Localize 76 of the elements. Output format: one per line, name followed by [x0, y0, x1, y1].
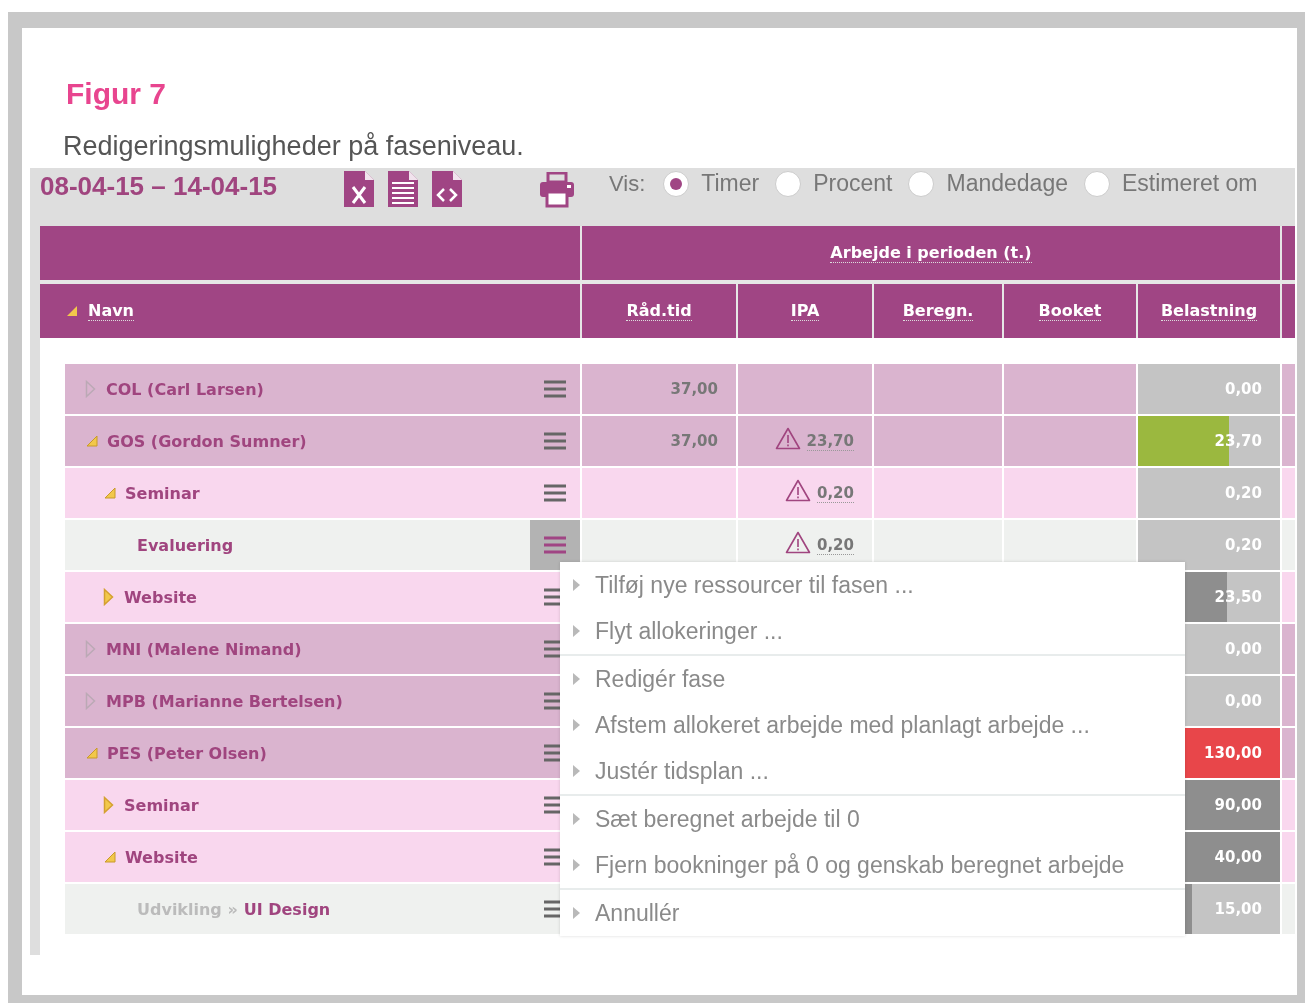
triangle-icon	[572, 764, 581, 778]
row-name: PES (Peter Olsen)	[107, 743, 267, 763]
column-header[interactable]: Belastning	[1138, 284, 1280, 338]
column-header[interactable]: Booket	[1004, 284, 1136, 338]
view-radio[interactable]: Estimeret om	[1083, 170, 1258, 197]
table-cell	[1282, 780, 1295, 830]
load-value: 90,00	[1214, 796, 1262, 814]
view-radio[interactable]: Procent	[775, 170, 893, 197]
triangle-icon	[572, 624, 581, 638]
triangle-icon	[572, 578, 581, 592]
triangle-icon	[572, 906, 581, 920]
load-value: 0,20	[1225, 484, 1262, 502]
table-cell	[1282, 728, 1295, 778]
table-cell: 23,70	[738, 416, 872, 466]
menu-item[interactable]: Afstem allokeret arbejde med planlagt arbejde ...	[560, 702, 1185, 748]
figure-label: Figur 7	[66, 76, 167, 112]
menu-item[interactable]: Justér tidsplan ...	[560, 748, 1185, 794]
column-header[interactable]: Råd.tid	[582, 284, 736, 338]
row-name: MPB (Marianne Bertelsen)	[106, 691, 343, 711]
row-name: Evaluering	[137, 535, 234, 555]
triangle-icon	[572, 812, 581, 826]
figure-caption: Redigeringsmuligheder på faseniveau.	[63, 130, 525, 162]
row-name: Seminar	[125, 483, 200, 503]
load-value: 40,00	[1214, 848, 1262, 866]
row-name: GOS (Gordon Sumner)	[107, 431, 307, 451]
menu-item[interactable]: Redigér fase	[560, 656, 1185, 702]
load-value: 130,00	[1204, 744, 1262, 762]
document-icon[interactable]	[387, 170, 419, 208]
triangle-icon	[572, 672, 581, 686]
table-cell: 37,00	[582, 416, 736, 466]
menu-button[interactable]	[530, 520, 580, 570]
row-name: Website	[125, 847, 198, 867]
menu-icon	[544, 432, 566, 450]
column-header[interactable]: Navn	[40, 284, 580, 338]
print-icon[interactable]	[539, 172, 575, 208]
row-name: Website	[124, 587, 197, 607]
view-radio[interactable]: Mandedage	[908, 170, 1068, 197]
table-cell	[1282, 624, 1295, 674]
load-value: 0,00	[1225, 640, 1262, 658]
load-value: 0,00	[1225, 380, 1262, 398]
menu-item[interactable]: Flyt allokeringer ...	[560, 608, 1185, 654]
group-header: Arbejde i perioden (t.)	[582, 226, 1280, 280]
load-value: 0,20	[1225, 536, 1262, 554]
period-label: 08-04-15 – 14-04-15	[40, 171, 279, 202]
table-cell	[1282, 416, 1295, 466]
header-cell	[1282, 226, 1295, 280]
menu-icon	[544, 380, 566, 398]
row-name: MNI (Malene Nimand)	[106, 639, 302, 659]
triangle-icon	[572, 858, 581, 872]
table-cell	[1282, 572, 1295, 622]
menu-item[interactable]: Sæt beregnet arbejde til 0	[560, 796, 1185, 842]
menu-icon	[544, 536, 566, 554]
menu-icon	[544, 484, 566, 502]
code-file-icon[interactable]	[431, 170, 463, 208]
menu-item[interactable]: Annullér	[560, 890, 1185, 936]
table-cell	[1282, 364, 1295, 414]
excel-file-icon[interactable]	[343, 170, 375, 208]
load-value: 0,00	[1225, 692, 1262, 710]
table-cell	[1282, 676, 1295, 726]
view-label: Vis:	[609, 171, 646, 197]
table-cell: 0,20	[738, 468, 872, 518]
menu-item[interactable]: Fjern bookninger på 0 og genskab beregnet arbejde	[560, 842, 1185, 888]
view-radio[interactable]: Timer	[663, 170, 760, 197]
table-cell	[1282, 832, 1295, 882]
column-header[interactable]: IPA	[738, 284, 872, 338]
row-name: UI Design	[243, 899, 331, 919]
load-value: 23,50	[1214, 588, 1262, 606]
row-name: Seminar	[124, 795, 199, 815]
triangle-icon	[572, 718, 581, 732]
row-name: COL (Carl Larsen)	[106, 379, 264, 399]
table-cell: 37,00	[582, 364, 736, 414]
load-value: 15,00	[1214, 900, 1262, 918]
table-cell	[1282, 468, 1295, 518]
sort-icon	[66, 305, 78, 317]
column-header[interactable]: Beregn.	[874, 284, 1002, 338]
header-cell	[1282, 284, 1295, 338]
